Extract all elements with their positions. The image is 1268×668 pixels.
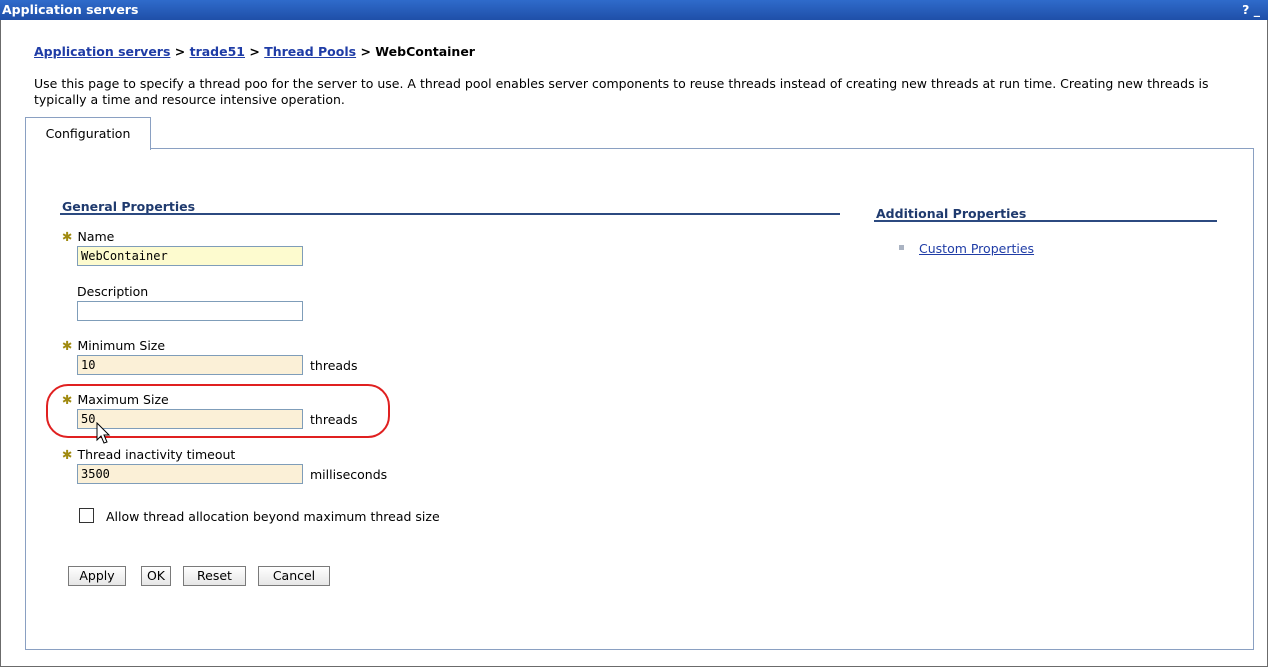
- page-description: Use this page to specify a thread poo fo…: [34, 76, 1209, 107]
- cancel-button[interactable]: Cancel: [258, 566, 330, 586]
- breadcrumb-application-servers[interactable]: Application servers: [34, 44, 170, 59]
- general-properties-heading: General Properties: [62, 199, 196, 214]
- apply-button[interactable]: Apply: [68, 566, 126, 586]
- breadcrumb-separator: >: [174, 44, 186, 59]
- general-properties-rule: [60, 213, 840, 215]
- name-input[interactable]: WebContainer: [77, 246, 303, 266]
- custom-properties-link[interactable]: Custom Properties: [919, 241, 1034, 256]
- breadcrumb: Application servers > trade51 > Thread P…: [34, 44, 475, 59]
- allow-beyond-max-checkbox[interactable]: [79, 508, 94, 523]
- window-title: Application servers: [2, 2, 139, 17]
- allow-beyond-max-label: Allow thread allocation beyond maximum t…: [106, 509, 440, 524]
- breadcrumb-current: WebContainer: [375, 44, 475, 59]
- reset-button[interactable]: Reset: [183, 566, 246, 586]
- description-input[interactable]: [77, 301, 303, 321]
- additional-properties-rule: [874, 220, 1217, 222]
- maximum-size-unit: threads: [310, 412, 358, 427]
- maximum-size-label: ✱ Maximum Size: [62, 392, 169, 407]
- minimum-size-input[interactable]: 10: [77, 355, 303, 375]
- required-icon: ✱: [62, 229, 73, 244]
- minimum-size-label: ✱ Minimum Size: [62, 338, 166, 353]
- mouse-pointer-icon: [96, 422, 111, 444]
- tab-configuration[interactable]: Configuration: [25, 117, 151, 150]
- breadcrumb-separator: >: [360, 44, 371, 59]
- name-label: ✱ Name: [62, 229, 115, 244]
- description-label: Description: [77, 284, 149, 299]
- minimum-size-unit: threads: [310, 358, 358, 373]
- breadcrumb-separator: >: [249, 44, 260, 59]
- required-icon: ✱: [62, 447, 73, 462]
- help-icon[interactable]: ? _: [1242, 0, 1260, 20]
- breadcrumb-thread-pools[interactable]: Thread Pools: [264, 44, 356, 59]
- ok-button[interactable]: OK: [141, 566, 171, 586]
- thread-inactivity-timeout-unit: milliseconds: [310, 467, 388, 482]
- required-icon: ✱: [62, 392, 73, 407]
- bullet-icon: [899, 245, 904, 250]
- thread-inactivity-timeout-label: ✱ Thread inactivity timeout: [62, 447, 236, 462]
- breadcrumb-trade51[interactable]: trade51: [190, 44, 245, 59]
- thread-inactivity-timeout-input[interactable]: 3500: [77, 464, 303, 484]
- window-titlebar: Application servers ? _: [0, 0, 1268, 20]
- required-icon: ✱: [62, 338, 73, 353]
- additional-properties-heading: Additional Properties: [876, 206, 1027, 221]
